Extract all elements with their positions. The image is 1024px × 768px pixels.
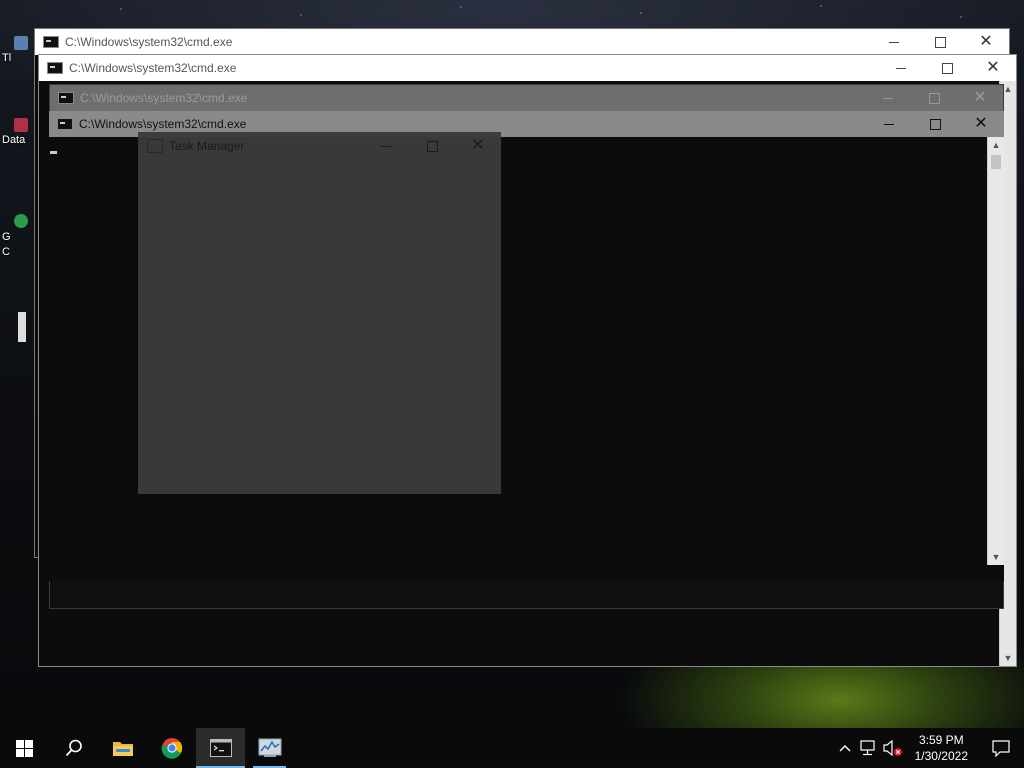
close-button[interactable]: ✕ — [958, 111, 1004, 137]
search-button[interactable] — [49, 728, 98, 768]
minimize-button[interactable] — [865, 85, 911, 111]
desktop-icon-label: G C — [2, 231, 11, 258]
show-hidden-icons-button[interactable] — [833, 744, 857, 752]
close-button[interactable]: ✕ — [970, 55, 1016, 81]
wallpaper-star — [960, 16, 962, 18]
clock[interactable]: 3:59 PM 1/30/2022 — [915, 732, 968, 764]
maximize-button[interactable] — [912, 111, 958, 137]
title-bar[interactable]: Task Manager ✕ — [138, 132, 501, 160]
close-button[interactable]: ✕ — [455, 133, 501, 159]
title-bar[interactable]: C:\Windows\system32\cmd.exe ✕ — [39, 55, 1016, 81]
wallpaper-star — [640, 12, 642, 14]
taskbar: 3:59 PM 1/30/2022 — [0, 728, 1024, 768]
close-button[interactable]: ✕ — [957, 85, 1003, 111]
action-center-button[interactable] — [978, 739, 1024, 757]
maximize-button[interactable] — [917, 29, 963, 55]
chevron-up-icon — [839, 745, 851, 752]
terminal-icon — [209, 739, 232, 757]
database-icon — [14, 118, 28, 132]
desktop-icon-label: Data — [2, 134, 26, 146]
scroll-up-icon[interactable]: ▲ — [988, 137, 1004, 153]
windows-logo-icon — [16, 739, 33, 757]
close-icon: ✕ — [986, 59, 1000, 76]
close-icon: ✕ — [471, 137, 485, 154]
desktop-icon-google-chrome[interactable]: G C — [0, 214, 30, 260]
maximize-button[interactable] — [911, 85, 957, 111]
minimize-icon — [896, 67, 906, 69]
notification-icon — [992, 739, 1010, 757]
maximize-icon — [934, 36, 946, 48]
chrome-button[interactable] — [147, 728, 196, 768]
desktop-icon-data[interactable]: Data — [0, 118, 30, 146]
cmd-icon — [58, 92, 74, 104]
minimize-icon — [889, 41, 899, 43]
window-title: C:\Windows\system32\cmd.exe — [79, 117, 247, 131]
desktop-icon-t[interactable]: Tl — [0, 36, 30, 64]
minimize-icon — [381, 145, 391, 147]
maximize-button[interactable] — [924, 55, 970, 81]
task-manager-icon — [147, 139, 163, 153]
folder-icon — [112, 742, 133, 756]
file-explorer-button[interactable] — [98, 728, 147, 768]
wallpaper-star — [300, 14, 302, 16]
cmd-icon — [47, 62, 63, 74]
text-cursor — [50, 151, 57, 154]
chrome-icon — [14, 214, 28, 228]
maximize-icon — [928, 92, 940, 104]
title-bar[interactable]: C:\Windows\system32\cmd.exe ✕ — [50, 85, 1003, 111]
task-manager-window[interactable]: Task Manager ✕ — [138, 132, 501, 494]
wallpaper-star — [820, 5, 822, 7]
start-button[interactable] — [0, 728, 49, 768]
window-title: C:\Windows\system32\cmd.exe — [65, 35, 233, 49]
scroll-down-icon[interactable]: ▼ — [1000, 650, 1016, 666]
minimize-icon — [884, 123, 894, 125]
minimize-button[interactable] — [878, 55, 924, 81]
close-icon: ✕ — [974, 115, 988, 132]
window-title: Task Manager — [169, 139, 245, 153]
document-icon[interactable] — [18, 312, 26, 342]
network-button[interactable] — [857, 740, 881, 756]
title-bar[interactable]: C:\Windows\system32\cmd.exe ✕ — [35, 29, 1009, 55]
window-title: C:\Windows\system32\cmd.exe — [69, 61, 237, 75]
clock-time: 3:59 PM — [918, 733, 964, 747]
maximize-icon — [929, 118, 941, 130]
minimize-button[interactable] — [363, 133, 409, 159]
cmd-icon — [43, 36, 59, 48]
maximize-icon — [941, 62, 953, 74]
minimize-icon — [883, 97, 893, 99]
minimize-button[interactable] — [866, 111, 912, 137]
maximize-icon — [426, 140, 438, 152]
window-title: C:\Windows\system32\cmd.exe — [80, 91, 248, 105]
desktop-icon-label: Tl — [2, 52, 12, 64]
wallpaper-star — [460, 6, 462, 8]
volume-muted-icon — [883, 740, 902, 756]
vertical-scrollbar[interactable]: ▲ ▼ — [987, 137, 1004, 565]
shortcut-icon — [14, 36, 28, 50]
close-button[interactable]: ✕ — [963, 29, 1009, 55]
minimize-button[interactable] — [871, 29, 917, 55]
close-icon: ✕ — [973, 89, 987, 106]
search-icon — [65, 739, 82, 757]
scroll-down-icon[interactable]: ▼ — [988, 549, 1004, 565]
maximize-button[interactable] — [409, 133, 455, 159]
volume-button[interactable] — [881, 740, 905, 756]
network-icon — [860, 740, 875, 756]
cmd-taskbar-button[interactable] — [196, 728, 245, 768]
wallpaper-star — [120, 8, 122, 10]
scrollbar-thumb[interactable] — [991, 155, 1001, 169]
clock-date: 1/30/2022 — [914, 749, 968, 763]
task-manager-taskbar-button[interactable] — [245, 728, 294, 768]
chrome-icon — [161, 738, 182, 759]
close-icon: ✕ — [979, 33, 993, 50]
system-tray: 3:59 PM 1/30/2022 — [833, 728, 1024, 768]
cmd-icon — [57, 118, 73, 130]
task-manager-icon — [258, 738, 281, 757]
